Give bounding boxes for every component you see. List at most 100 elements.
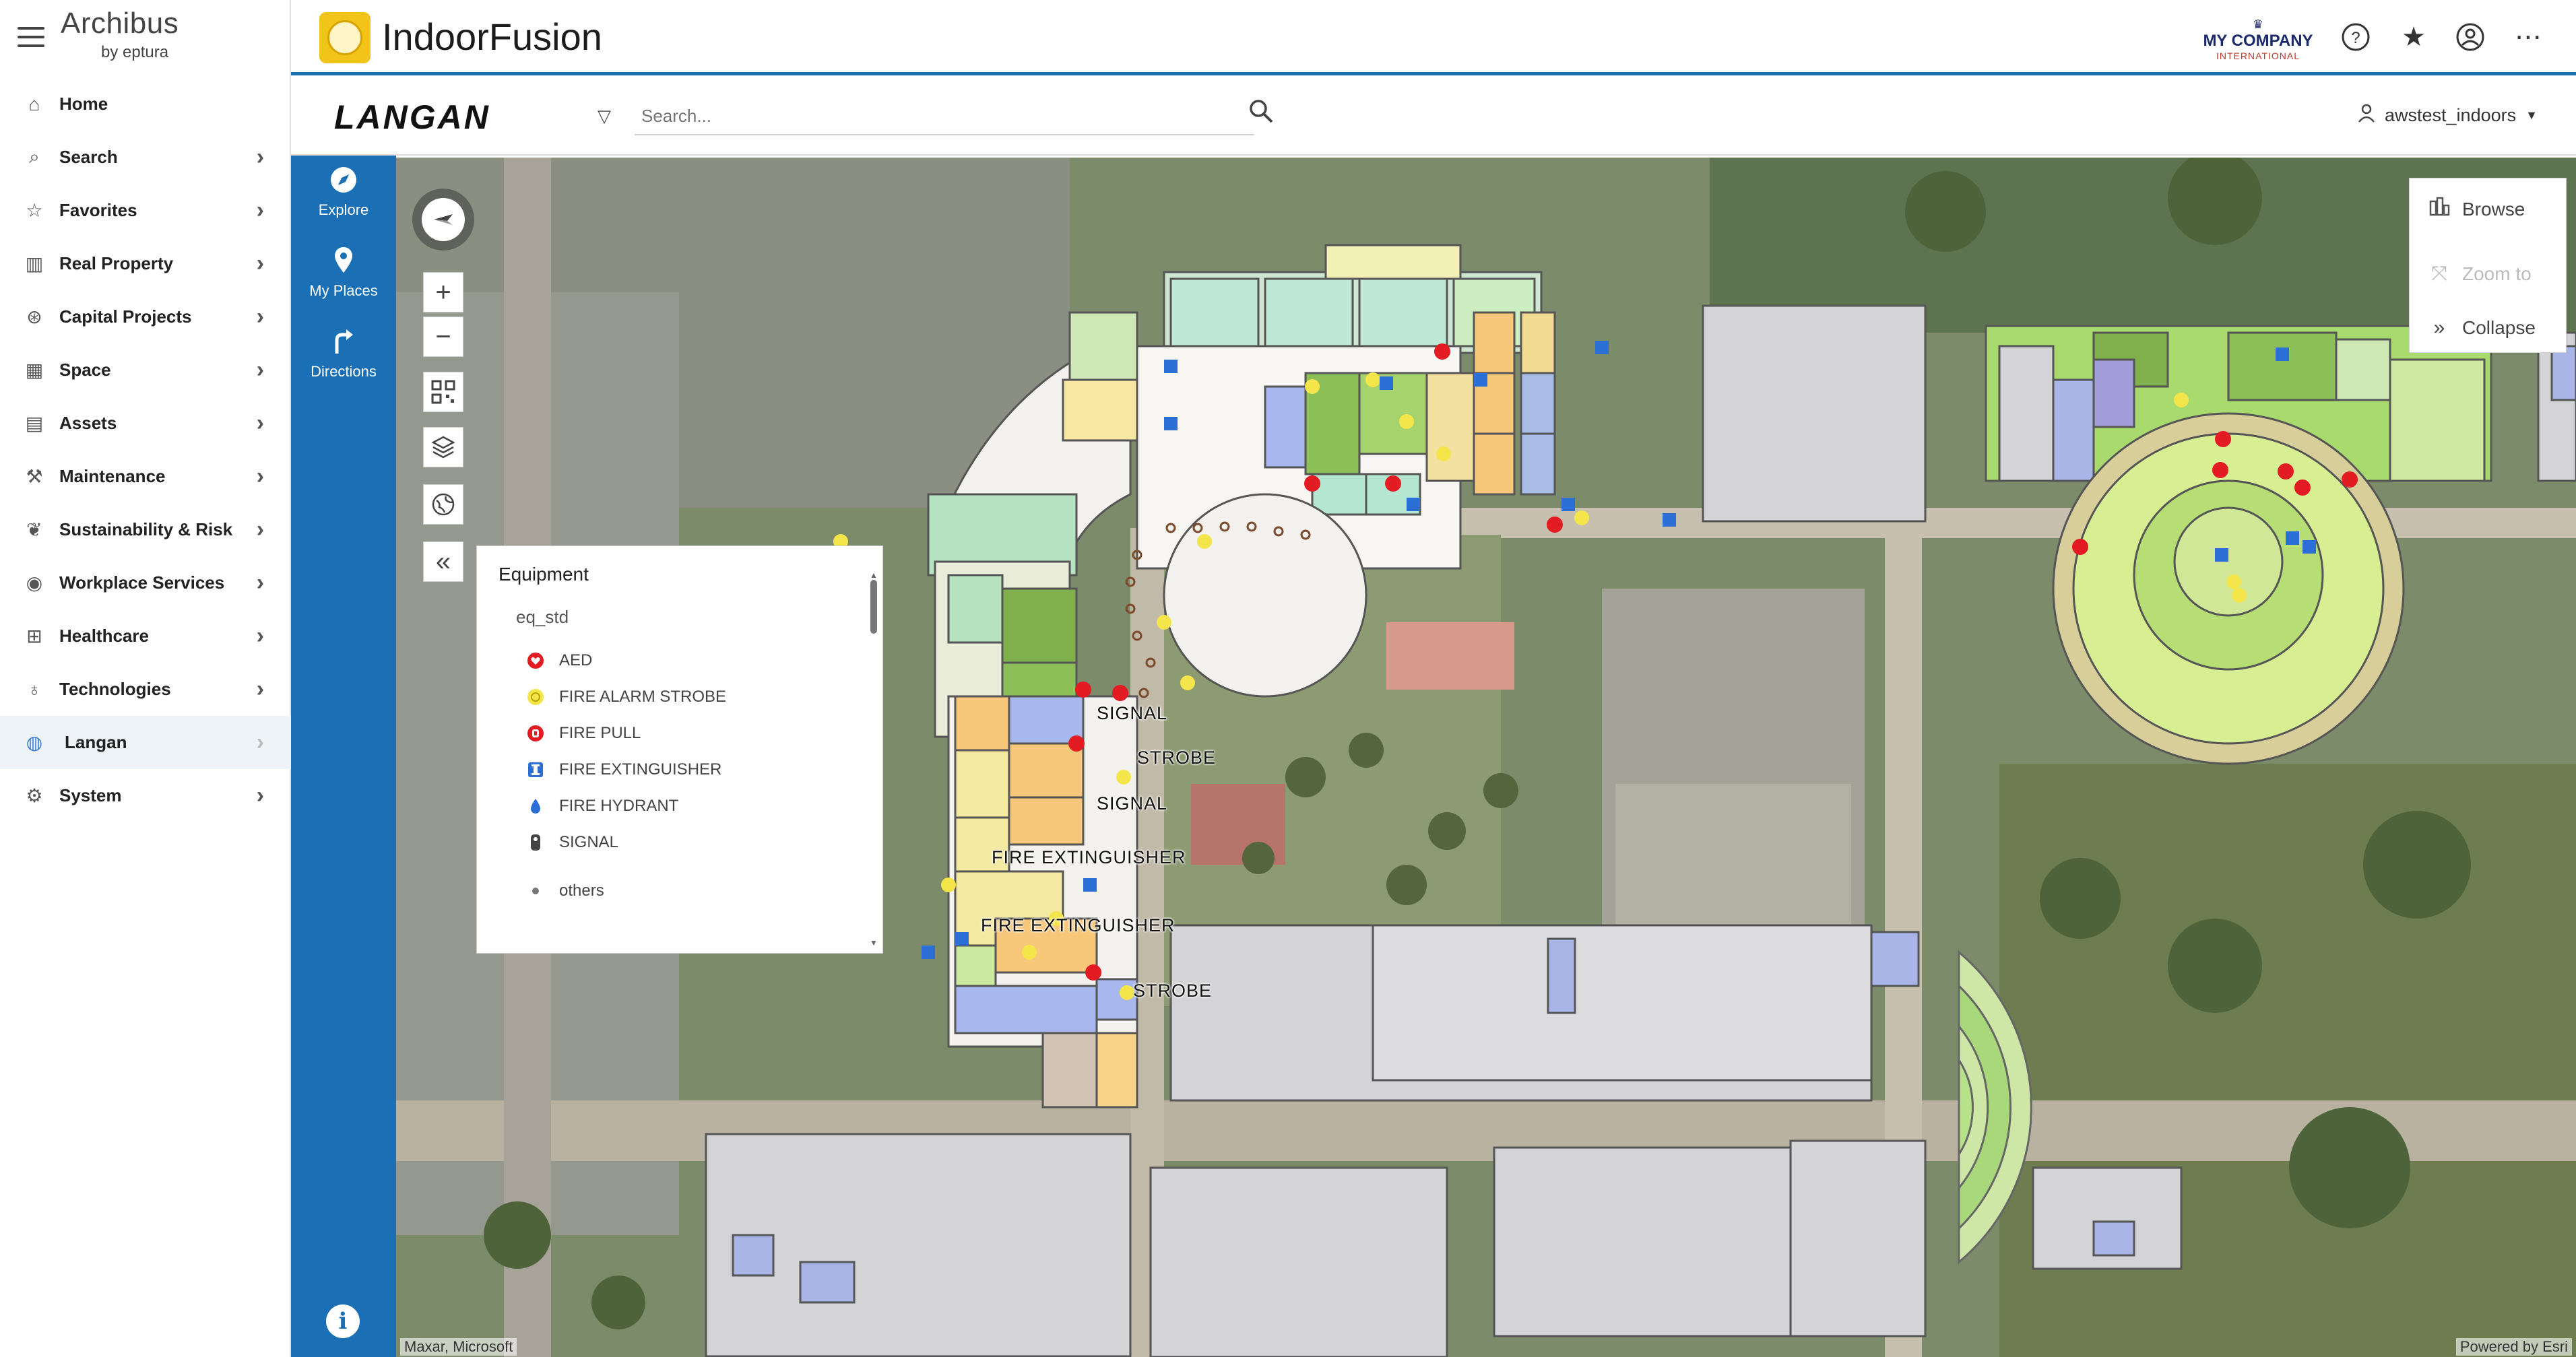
turn-arrow-icon <box>327 325 360 358</box>
brand-name: Archibus <box>61 7 179 40</box>
username: awstest_indoors <box>2385 105 2517 125</box>
help-icon[interactable]: ? <box>2339 20 2373 54</box>
map-label-fire-extinguisher: FIRE EXTINGUISHER <box>992 847 1186 867</box>
nav-item-langan[interactable]: ◍ Langan › <box>0 716 291 769</box>
strobe-icon <box>525 687 546 707</box>
filter-dropdown-icon[interactable]: ▽ <box>598 106 611 127</box>
favorite-star-icon[interactable]: ★ <box>2397 20 2430 54</box>
compass-icon[interactable] <box>412 189 474 251</box>
collapse-panel-icon[interactable]: « <box>423 541 463 582</box>
scroll-down-icon[interactable]: ▼ <box>870 938 878 948</box>
nav-item-maintenance[interactable]: ⚒ Maintenance › <box>0 450 291 503</box>
chevron-right-icon: › <box>256 144 264 170</box>
hamburger-menu-icon[interactable] <box>18 27 44 50</box>
floorplan-icon: ▦ <box>25 360 44 380</box>
compass-icon <box>327 164 360 196</box>
map-action-panel: Browse ⤧ Zoom to » Collapse <box>2409 178 2567 353</box>
nav-item-sustainability[interactable]: ❦ Sustainability & Risk › <box>0 503 291 556</box>
map-label-signal: SIGNAL <box>1097 793 1168 814</box>
nav-item-technologies[interactable]: ♁ Technologies › <box>0 663 291 716</box>
rail-explore[interactable]: Explore <box>291 164 396 219</box>
hydrant-icon <box>525 796 546 816</box>
map-label-fire-extinguisher: FIRE EXTINGUISHER <box>981 915 1176 935</box>
map-view[interactable]: + − « Equipment eq_std AED FIRE ALARM ST… <box>396 158 2576 1357</box>
basemap-icon[interactable] <box>423 484 463 525</box>
zoom-out-icon[interactable]: − <box>423 317 463 357</box>
browse-button[interactable]: Browse <box>2410 185 2567 234</box>
search-icon[interactable] <box>1248 98 1281 131</box>
user-menu[interactable]: awstest_indoors ▼ <box>2358 103 2538 128</box>
chevron-right-icon: › <box>256 570 264 595</box>
more-icon[interactable]: ⋯ <box>2511 20 2545 54</box>
chevron-right-icon: › <box>256 463 264 489</box>
chevron-right-icon: › <box>256 729 264 755</box>
extinguisher-icon <box>525 760 546 780</box>
hospital-icon: ⊞ <box>26 626 42 647</box>
browse-label: Browse <box>2462 199 2525 220</box>
map-label-strobe: STROBE <box>1137 748 1217 768</box>
legend-item-fire-pull: FIRE PULL <box>525 720 641 747</box>
rail-directions[interactable]: Directions <box>291 325 396 380</box>
leaf-icon: ❦ <box>26 519 42 540</box>
pin-icon <box>327 244 360 277</box>
company-logo: ♛ MY COMPANY INTERNATIONAL <box>2191 18 2325 61</box>
nav-item-home[interactable]: ⌂ Home <box>0 77 291 131</box>
zoom-to-button[interactable]: ⤧ Zoom to <box>2410 250 2567 298</box>
zoom-to-label: Zoom to <box>2462 263 2532 284</box>
chevron-right-icon: › <box>256 197 264 223</box>
chevron-right-icon: › <box>256 251 264 276</box>
nav-label: Langan <box>65 732 127 752</box>
equipment-legend: Equipment eq_std AED FIRE ALARM STROBE F… <box>476 545 883 954</box>
gear-icon: ⚙ <box>26 785 43 806</box>
nav-item-system[interactable]: ⚙ System › <box>0 769 291 822</box>
nav-label: Technologies <box>59 679 171 699</box>
legend-title: Equipment <box>498 564 589 585</box>
info-icon[interactable]: i <box>326 1304 360 1338</box>
legend-item-others: others <box>525 878 604 904</box>
legend-item-fire-extinguisher: FIRE EXTINGUISHER <box>525 756 721 783</box>
nav-item-favorites[interactable]: ☆ Favorites › <box>0 184 291 237</box>
legend-item-signal: SIGNAL <box>525 829 618 856</box>
nav-item-assets[interactable]: ▤ Assets › <box>0 397 291 450</box>
nav-label: Assets <box>59 413 117 433</box>
nav-item-search[interactable]: ⌕ Search › <box>0 131 291 184</box>
scroll-up-icon[interactable]: ▲ <box>870 570 878 580</box>
scroll-thumb[interactable] <box>870 580 877 634</box>
langan-logo: LANGAN <box>334 98 490 136</box>
app-title: IndoorFusion <box>382 15 602 58</box>
legend-label: FIRE EXTINGUISHER <box>559 760 722 779</box>
company-sub: INTERNATIONAL <box>2216 51 2300 61</box>
nav-item-workplace-services[interactable]: ◉ Workplace Services › <box>0 556 291 609</box>
legend-scrollbar[interactable]: ▲ ▼ <box>869 570 878 948</box>
nav-label: Real Property <box>59 253 174 273</box>
search-input[interactable] <box>635 98 1254 135</box>
nav-item-healthcare[interactable]: ⊞ Healthcare › <box>0 609 291 663</box>
crown-icon: ♛ <box>2252 18 2264 31</box>
zoom-in-icon[interactable]: + <box>423 272 463 312</box>
signal-icon <box>525 832 546 853</box>
nav-item-real-property[interactable]: ▥ Real Property › <box>0 237 291 290</box>
eye-icon: ◉ <box>26 572 43 593</box>
collapse-button[interactable]: » Collapse <box>2410 304 2567 352</box>
double-chevron-right-icon: » <box>2433 317 2445 339</box>
legend-field: eq_std <box>516 607 569 627</box>
legend-item-fire-hydrant: FIRE HYDRANT <box>525 793 678 820</box>
nav-item-space[interactable]: ▦ Space › <box>0 343 291 397</box>
nav-item-capital-projects[interactable]: ⊛ Capital Projects › <box>0 290 291 343</box>
qr-code-icon[interactable] <box>423 372 463 412</box>
layers-icon[interactable] <box>423 427 463 467</box>
legend-label: AED <box>559 651 593 669</box>
nav-label: Maintenance <box>59 466 166 486</box>
home-icon: ⌂ <box>28 93 40 114</box>
nav-label: Space <box>59 360 111 380</box>
rail-my-places[interactable]: My Places <box>291 244 396 300</box>
app-logo <box>319 12 371 63</box>
globe-icon: ◍ <box>26 732 43 753</box>
fire-pull-icon <box>525 723 546 743</box>
app-bar: IndoorFusion ♛ MY COMPANY INTERNATIONAL … <box>291 0 2576 75</box>
user-circle-icon[interactable] <box>2453 20 2487 54</box>
esri-attribution[interactable]: Powered by Esri <box>2455 1338 2572 1356</box>
browse-icon <box>2426 196 2453 223</box>
chevron-right-icon: › <box>256 517 264 542</box>
nav-label: Healthcare <box>59 626 149 646</box>
